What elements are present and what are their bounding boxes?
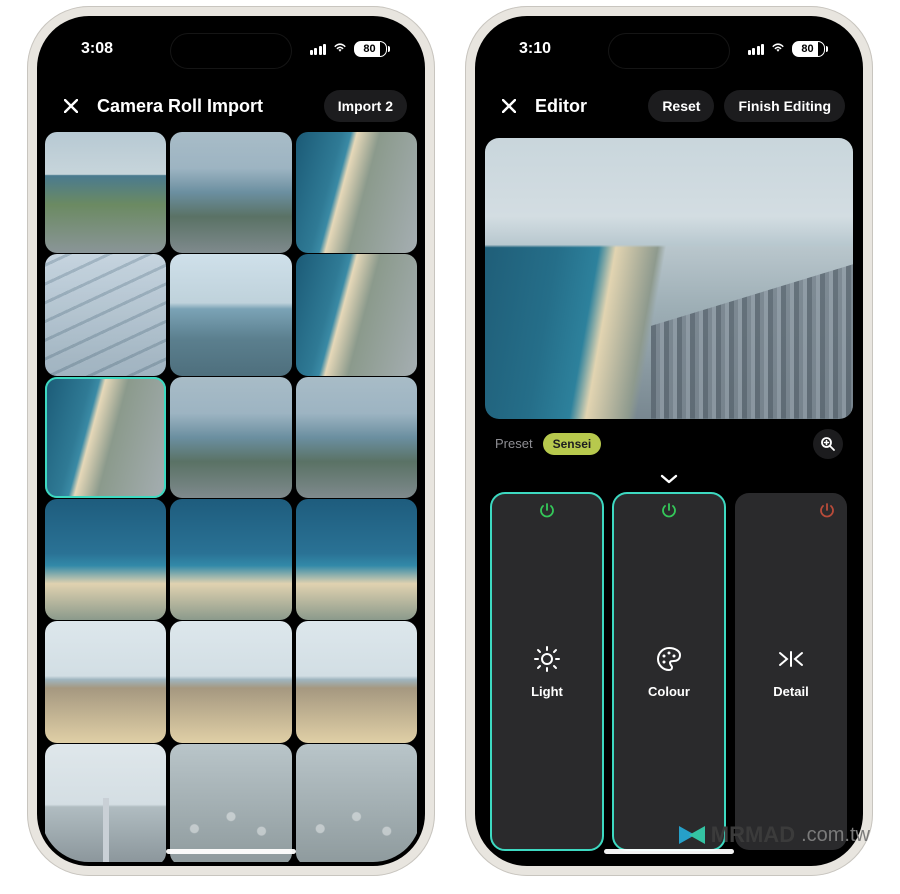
preset-row: Preset Sensei <box>479 419 859 469</box>
tool-light[interactable]: Light <box>491 493 603 850</box>
power-icon <box>661 503 677 524</box>
dynamic-island <box>609 34 729 68</box>
import-button[interactable]: Import 2 <box>324 90 407 122</box>
photo-thumb[interactable] <box>170 621 291 742</box>
signal-icon <box>310 44 327 55</box>
tool-colour[interactable]: Colour <box>613 493 725 850</box>
tool-label: Detail <box>773 684 808 699</box>
photo-thumb-selected[interactable] <box>45 377 166 498</box>
photo-thumb[interactable] <box>170 132 291 253</box>
watermark-brand: MRMAD <box>711 822 795 848</box>
photo-thumb[interactable] <box>45 744 166 862</box>
tool-label: Colour <box>648 684 690 699</box>
colour-icon <box>654 644 684 674</box>
close-icon <box>502 99 516 113</box>
photo-thumb[interactable] <box>170 499 291 620</box>
phone-right: 3:10 80 Editor Reset Finish Editing <box>465 6 873 876</box>
page-title: Camera Roll Import <box>97 96 314 117</box>
photo-thumb[interactable] <box>45 499 166 620</box>
tool-label: Light <box>531 684 563 699</box>
reset-button[interactable]: Reset <box>648 90 714 122</box>
wifi-icon <box>332 40 348 58</box>
photo-thumb[interactable] <box>45 621 166 742</box>
wifi-icon <box>770 40 786 58</box>
zoom-button[interactable] <box>813 429 843 459</box>
watermark-domain: .com.tw <box>801 824 870 847</box>
preset-label: Preset <box>495 436 533 451</box>
tool-detail[interactable]: Detail <box>735 493 847 850</box>
dynamic-island <box>171 34 291 68</box>
home-indicator <box>166 849 296 854</box>
close-icon <box>64 99 78 113</box>
photo-grid <box>41 132 421 862</box>
photo-thumb[interactable] <box>45 254 166 375</box>
home-indicator <box>604 849 734 854</box>
photo-thumb[interactable] <box>296 621 417 742</box>
close-button[interactable] <box>493 90 525 122</box>
zoom-in-icon <box>820 436 836 452</box>
photo-thumb[interactable] <box>45 132 166 253</box>
close-button[interactable] <box>55 90 87 122</box>
battery-icon: 80 <box>354 41 387 57</box>
phone-left: 3:08 80 Camera Roll Import Import 2 <box>27 6 435 876</box>
light-icon <box>532 644 562 674</box>
topbar: Editor Reset Finish Editing <box>479 78 859 132</box>
detail-icon <box>776 644 806 674</box>
power-icon <box>539 503 555 524</box>
photo-thumb[interactable] <box>296 499 417 620</box>
photo-thumb[interactable] <box>296 744 417 862</box>
photo-thumb[interactable] <box>296 254 417 375</box>
page-title: Editor <box>535 96 638 117</box>
photo-thumb[interactable] <box>170 377 291 498</box>
status-time: 3:08 <box>81 40 113 58</box>
signal-icon <box>748 44 765 55</box>
preset-chip[interactable]: Sensei <box>543 433 602 455</box>
collapse-toggle[interactable] <box>479 469 859 493</box>
photo-thumb[interactable] <box>170 254 291 375</box>
watermark: MRMAD .com.tw <box>679 822 870 848</box>
status-time: 3:10 <box>519 40 551 58</box>
watermark-logo-icon <box>679 826 705 844</box>
photo-thumb[interactable] <box>296 132 417 253</box>
finish-editing-button[interactable]: Finish Editing <box>724 90 845 122</box>
photo-thumb[interactable] <box>296 377 417 498</box>
photo-thumb[interactable] <box>170 744 291 862</box>
editor-image-wrap <box>479 132 859 419</box>
battery-icon: 80 <box>792 41 825 57</box>
tool-cards: Light Colour <box>479 493 859 862</box>
chevron-down-icon <box>660 473 678 485</box>
power-icon <box>819 503 835 524</box>
editor-image[interactable] <box>485 138 853 419</box>
topbar: Camera Roll Import Import 2 <box>41 78 421 132</box>
